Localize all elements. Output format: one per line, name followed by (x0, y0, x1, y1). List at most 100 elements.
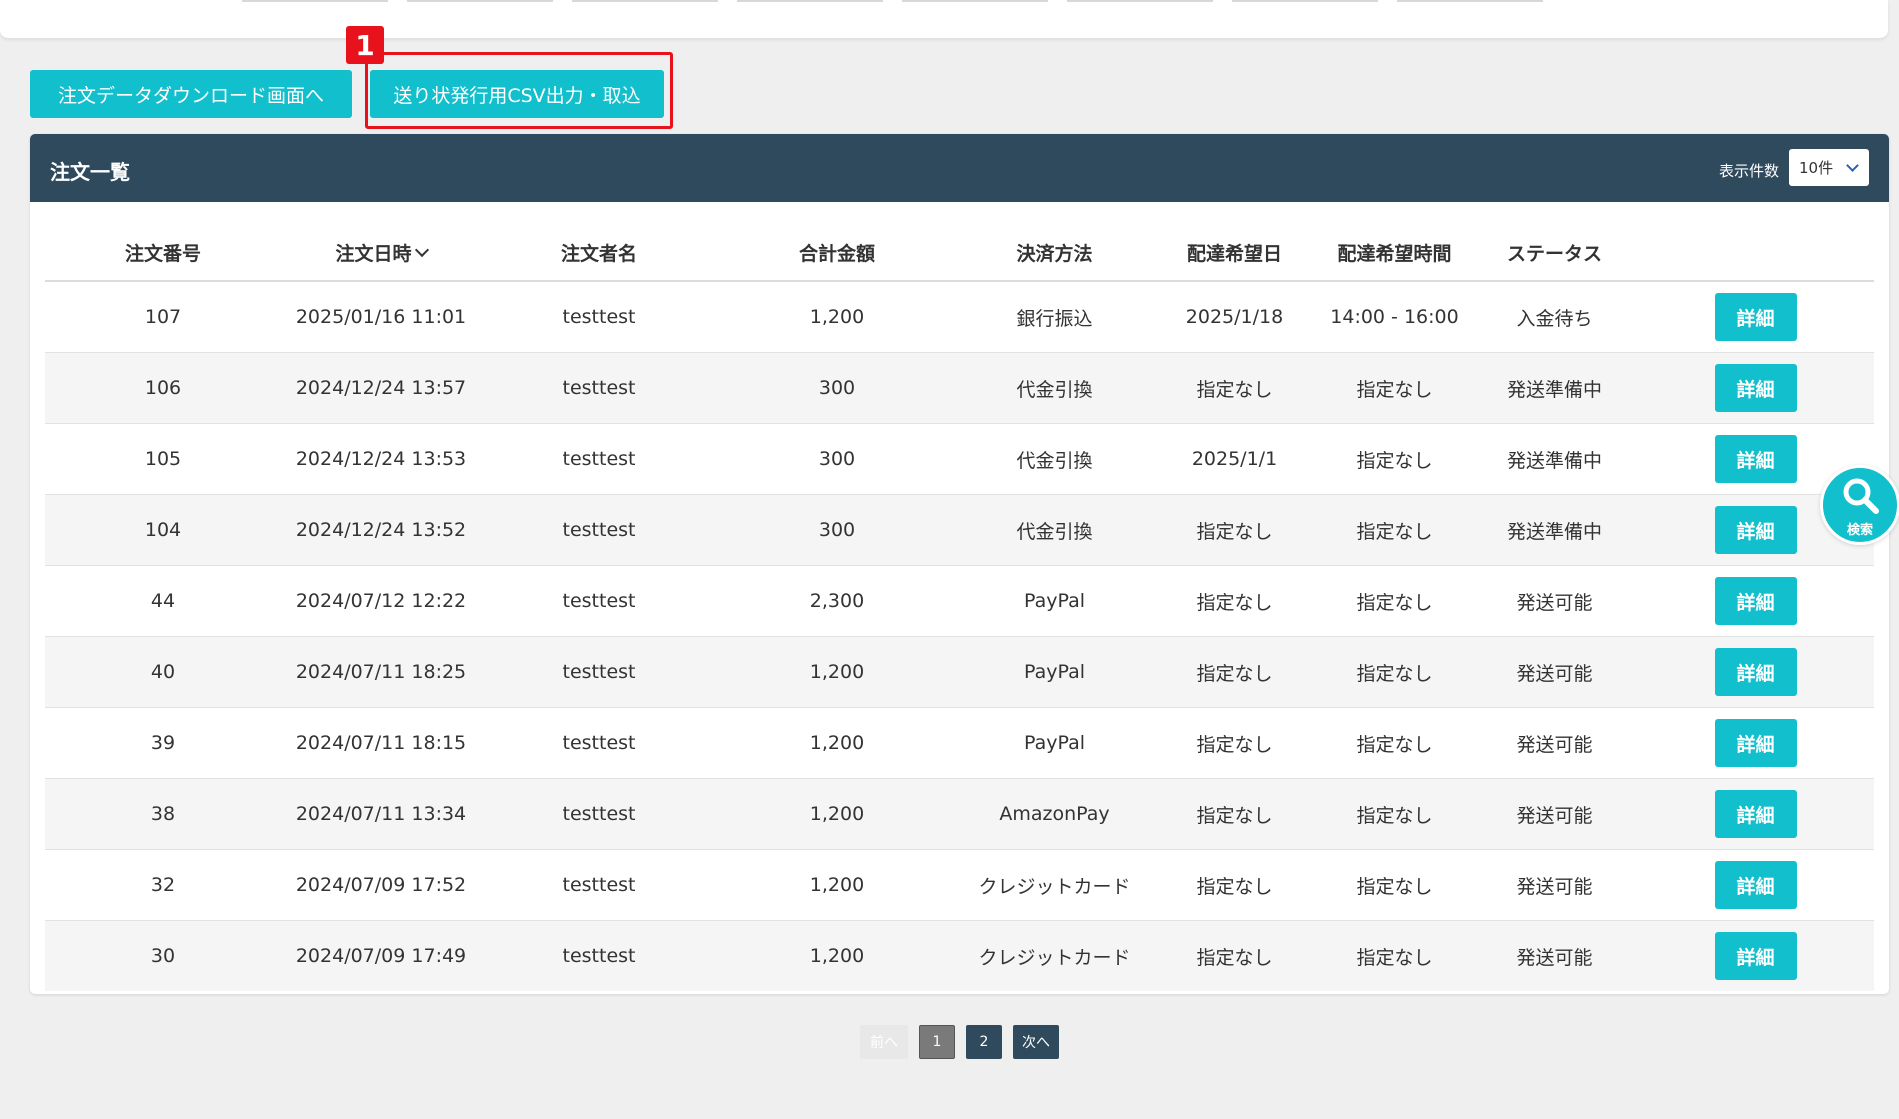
table-row: 107 2025/01/16 11:01 testtest 1,200 銀行振込… (45, 281, 1874, 353)
filter-field-stub (1232, 0, 1378, 2)
cell-delivery-time: 指定なし (1317, 636, 1472, 708)
filter-field-stub (242, 0, 388, 2)
cell-delivery-time: 指定なし (1317, 423, 1472, 495)
cell-total: 300 (717, 352, 957, 424)
pagination-prev-button[interactable]: 前へ (860, 1025, 908, 1059)
column-header-payment: 決済方法 (957, 224, 1152, 282)
table-row: 30 2024/07/09 17:49 testtest 1,200 クレジット… (45, 920, 1874, 991)
orders-panel: 注文一覧 表示件数 10件 注文番号 注文日時 注文者名 合計金額 決済方法 配… (30, 134, 1889, 994)
cell-customer: testtest (481, 423, 717, 495)
filter-field-stub (407, 0, 553, 2)
cell-payment: AmazonPay (957, 778, 1152, 850)
cell-total: 1,200 (717, 849, 957, 921)
cell-actions: 詳細 (1637, 352, 1874, 424)
cell-order-date: 2024/12/24 13:52 (281, 494, 481, 566)
detail-button[interactable]: 詳細 (1714, 577, 1797, 625)
cell-delivery-date: 指定なし (1152, 707, 1317, 779)
filter-field-stub (737, 0, 883, 2)
cell-order-date: 2024/07/09 17:52 (281, 849, 481, 921)
order-download-button[interactable]: 注文データダウンロード画面へ (30, 70, 352, 118)
detail-button[interactable]: 詳細 (1714, 648, 1797, 696)
cell-order-no: 38 (45, 778, 281, 850)
cell-delivery-time: 指定なし (1317, 920, 1472, 991)
cell-delivery-date: 指定なし (1152, 636, 1317, 708)
search-fab-label: 検索 (1846, 523, 1873, 538)
per-page-value: 10件 (1799, 159, 1834, 177)
detail-button[interactable]: 詳細 (1714, 293, 1797, 341)
cell-order-no: 106 (45, 352, 281, 424)
pagination-next-button[interactable]: 次へ (1013, 1025, 1059, 1059)
cell-total: 1,200 (717, 281, 957, 353)
detail-button[interactable]: 詳細 (1714, 506, 1797, 554)
pagination: 前へ 1 2 次へ (860, 1025, 1059, 1059)
cell-delivery-date: 指定なし (1152, 565, 1317, 637)
cell-order-date: 2024/07/11 18:15 (281, 707, 481, 779)
cell-delivery-date: 指定なし (1152, 778, 1317, 850)
table-row: 32 2024/07/09 17:52 testtest 1,200 クレジット… (45, 849, 1874, 921)
column-header-total: 合計金額 (717, 224, 957, 282)
search-fab-button[interactable]: 検索 (1820, 465, 1899, 545)
cell-delivery-date: 指定なし (1152, 352, 1317, 424)
detail-button[interactable]: 詳細 (1714, 932, 1797, 980)
cell-status: 発送準備中 (1472, 423, 1637, 495)
cell-payment: PayPal (957, 636, 1152, 708)
pagination-page-2[interactable]: 2 (966, 1025, 1002, 1059)
table-row: 106 2024/12/24 13:57 testtest 300 代金引換 指… (45, 352, 1874, 424)
detail-button[interactable]: 詳細 (1714, 435, 1797, 483)
detail-button[interactable]: 詳細 (1714, 861, 1797, 909)
cell-actions: 詳細 (1637, 920, 1874, 991)
cell-delivery-time: 指定なし (1317, 494, 1472, 566)
cell-customer: testtest (481, 707, 717, 779)
cell-order-date: 2024/07/11 13:34 (281, 778, 481, 850)
filter-field-stub (902, 0, 1048, 2)
cell-delivery-date: 2025/1/1 (1152, 423, 1317, 495)
pagination-page-1[interactable]: 1 (919, 1025, 955, 1059)
cell-total: 300 (717, 423, 957, 495)
cell-delivery-time: 指定なし (1317, 707, 1472, 779)
cell-order-no: 30 (45, 920, 281, 991)
table-row: 44 2024/07/12 12:22 testtest 2,300 PayPa… (45, 565, 1874, 637)
table-row: 38 2024/07/11 13:34 testtest 1,200 Amazo… (45, 778, 1874, 850)
cell-status: 発送準備中 (1472, 494, 1637, 566)
column-header-order-no: 注文番号 (45, 224, 281, 282)
highlight-frame (365, 52, 673, 129)
orders-panel-title: 注文一覧 (50, 160, 130, 184)
cell-customer: testtest (481, 281, 717, 353)
cell-delivery-date: 2025/1/18 (1152, 281, 1317, 353)
search-icon (1843, 478, 1879, 514)
cell-delivery-time: 指定なし (1317, 849, 1472, 921)
cell-status: 発送可能 (1472, 707, 1637, 779)
cell-payment: 銀行振込 (957, 281, 1152, 353)
cell-delivery-time: 14:00 - 16:00 (1317, 281, 1472, 353)
cell-payment: クレジットカード (957, 849, 1152, 921)
cell-delivery-date: 指定なし (1152, 494, 1317, 566)
detail-button[interactable]: 詳細 (1714, 364, 1797, 412)
cell-payment: 代金引換 (957, 423, 1152, 495)
detail-button[interactable]: 詳細 (1714, 790, 1797, 838)
cell-status: 発送可能 (1472, 565, 1637, 637)
cell-payment: PayPal (957, 565, 1152, 637)
filter-field-stub (1067, 0, 1213, 2)
cell-payment: クレジットカード (957, 920, 1152, 991)
detail-button[interactable]: 詳細 (1714, 719, 1797, 767)
per-page-select[interactable]: 10件 (1789, 149, 1869, 186)
sort-chevron-icon (414, 242, 429, 257)
orders-table: 注文番号 注文日時 注文者名 合計金額 決済方法 配達希望日 配達希望時間 ステ… (45, 224, 1874, 991)
cell-delivery-time: 指定なし (1317, 352, 1472, 424)
cell-order-no: 44 (45, 565, 281, 637)
cell-total: 2,300 (717, 565, 957, 637)
cell-actions: 詳細 (1637, 849, 1874, 921)
column-header-delivery-time: 配達希望時間 (1317, 224, 1472, 282)
column-header-delivery-date: 配達希望日 (1152, 224, 1317, 282)
column-header-order-date[interactable]: 注文日時 (281, 224, 481, 282)
cell-order-date: 2025/01/16 11:01 (281, 281, 481, 353)
cell-actions: 詳細 (1637, 281, 1874, 353)
cell-order-no: 39 (45, 707, 281, 779)
cell-status: 入金待ち (1472, 281, 1637, 353)
cell-payment: PayPal (957, 707, 1152, 779)
cell-total: 1,200 (717, 778, 957, 850)
filter-panel-bottom (0, 0, 1888, 38)
cell-order-no: 32 (45, 849, 281, 921)
cell-payment: 代金引換 (957, 352, 1152, 424)
cell-status: 発送可能 (1472, 778, 1637, 850)
